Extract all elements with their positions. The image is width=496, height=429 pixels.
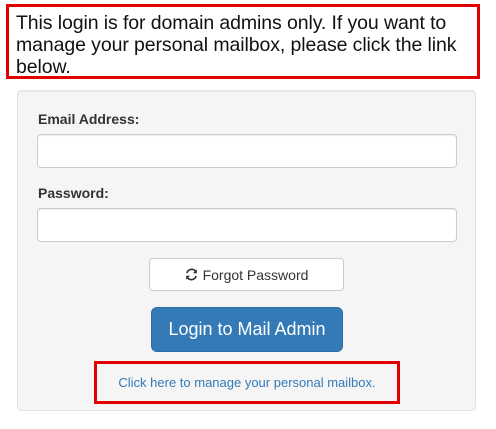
personal-mailbox-link[interactable]: Click here to manage your personal mailb… — [118, 375, 375, 390]
password-label: Password: — [38, 185, 109, 201]
admin-only-notice: This login is for domain admins only. If… — [6, 4, 480, 79]
login-page: This login is for domain admins only. If… — [0, 0, 496, 429]
personal-mailbox-link-highlight: Click here to manage your personal mailb… — [94, 361, 400, 404]
refresh-icon — [185, 268, 199, 282]
email-field[interactable] — [37, 134, 457, 168]
email-label: Email Address: — [38, 111, 140, 127]
login-form-panel: Email Address: Password: Forgot Password… — [17, 90, 476, 411]
forgot-password-button[interactable]: Forgot Password — [149, 258, 344, 291]
notice-text: This login is for domain admins only. If… — [16, 12, 457, 78]
password-field[interactable] — [37, 208, 457, 242]
login-button[interactable]: Login to Mail Admin — [151, 307, 343, 352]
forgot-password-label: Forgot Password — [202, 266, 309, 283]
